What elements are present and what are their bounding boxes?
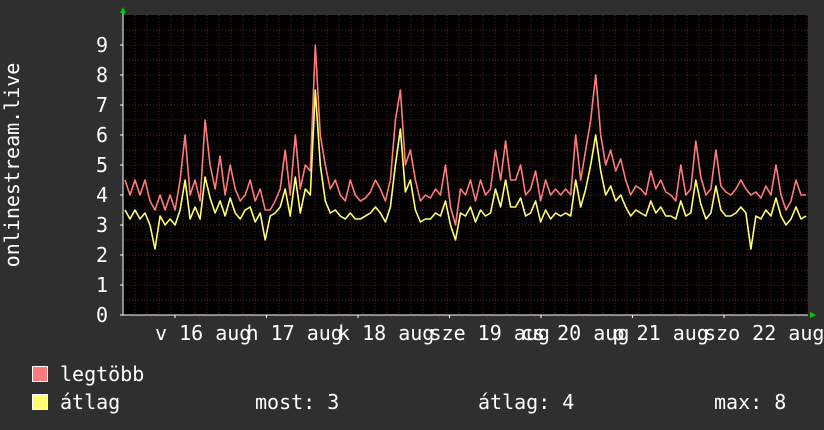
grid bbox=[123, 15, 808, 315]
y-tick-label: 9 bbox=[96, 33, 108, 57]
x-tick-label: szo 22 aug bbox=[704, 321, 824, 345]
x-tick-label: p 21 aug bbox=[613, 321, 709, 345]
legend-label-atlag: átlag bbox=[60, 390, 121, 414]
x-tick-label: v 16 aug bbox=[155, 321, 251, 345]
legend-item-legtobb: legtöbb bbox=[32, 364, 144, 384]
legend-swatch-legtobb bbox=[32, 366, 48, 382]
y-tick-label: 7 bbox=[96, 93, 108, 117]
x-axis-arrow bbox=[810, 312, 816, 318]
y-tick-label: 1 bbox=[96, 273, 108, 297]
y-tick-label: 6 bbox=[96, 123, 108, 147]
x-tick-labels: v 16 augh 17 augk 18 augsze 19 augcs 20 … bbox=[155, 315, 824, 345]
stat-max: max: 8 bbox=[714, 390, 787, 414]
y-tick-label: 8 bbox=[96, 63, 108, 87]
stat-average: átlag: 4 bbox=[478, 390, 575, 414]
legend-swatch-atlag bbox=[32, 394, 48, 410]
x-tick-label: h 17 aug bbox=[247, 321, 343, 345]
y-axis-arrow bbox=[120, 7, 126, 13]
y-tick-label: 5 bbox=[96, 153, 108, 177]
x-tick-label: k 18 aug bbox=[338, 321, 434, 345]
stat-current: most: 3 bbox=[255, 390, 340, 414]
legend-item-atlag: átlag bbox=[32, 392, 120, 412]
y-tick-label: 3 bbox=[96, 213, 108, 237]
y-tick-labels: 0 1 2 3 4 5 6 7 8 9 bbox=[96, 33, 123, 327]
y-tick-label: 0 bbox=[96, 303, 108, 327]
y-tick-label: 2 bbox=[96, 243, 108, 267]
y-tick-label: 4 bbox=[96, 183, 108, 207]
y-axis-label: onlinestream.live bbox=[0, 63, 24, 268]
legend-label-legtobb: legtöbb bbox=[60, 362, 145, 386]
